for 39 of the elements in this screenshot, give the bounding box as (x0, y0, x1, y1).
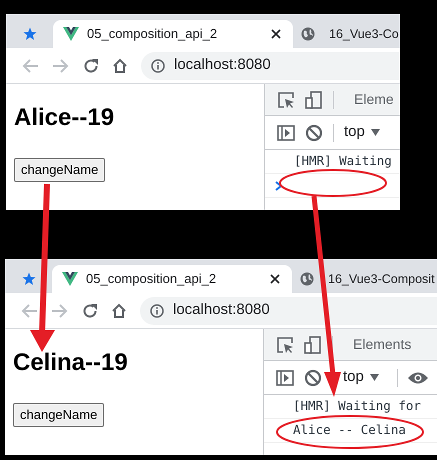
console-message: Alice -- Celina (293, 421, 406, 440)
change-name-button[interactable]: changeName (14, 158, 106, 182)
change-name-button[interactable]: changeName (13, 403, 104, 426)
inspect-icon[interactable] (277, 90, 295, 108)
vue-logo-icon (62, 272, 78, 286)
block-icon[interactable] (304, 368, 322, 386)
sidebar-icon[interactable] (277, 124, 295, 140)
address-field[interactable]: localhost:8080 (141, 52, 400, 80)
info-icon (151, 58, 165, 72)
page-heading: Alice--19 (14, 106, 114, 130)
prompt-chevron-icon[interactable] (275, 180, 283, 190)
reload-icon[interactable] (83, 58, 99, 74)
globe-icon (300, 272, 314, 286)
close-icon[interactable] (270, 274, 280, 284)
star-icon (22, 27, 36, 41)
caret-icon (370, 129, 380, 136)
vue-logo-icon (63, 27, 79, 41)
console-message: [HMR] Waiting for (293, 397, 421, 416)
sidebar-icon[interactable] (276, 370, 294, 386)
globe-icon (301, 27, 315, 41)
block-icon[interactable] (305, 124, 323, 142)
device-icon[interactable] (304, 336, 322, 354)
home-icon[interactable] (112, 58, 128, 74)
browser-tab[interactable]: 05_composition_api_2 (52, 265, 292, 293)
address-field[interactable]: localhost:8080 (140, 296, 437, 324)
reload-icon[interactable] (82, 302, 98, 318)
home-icon[interactable] (111, 302, 127, 318)
context-dropdown[interactable]: top (343, 366, 387, 389)
browser-tab[interactable]: 05_composition_api_2 (53, 20, 293, 48)
page-heading: Celina--19 (13, 351, 128, 375)
info-icon (150, 304, 164, 318)
device-icon[interactable] (305, 90, 323, 108)
close-icon[interactable] (271, 29, 281, 39)
console-message: [HMR] Waiting (294, 152, 392, 170)
caret-icon (370, 374, 379, 381)
context-dropdown[interactable]: top (344, 121, 388, 144)
eye-icon[interactable] (408, 370, 428, 384)
inspect-icon[interactable] (276, 336, 294, 354)
star-icon (22, 272, 36, 286)
